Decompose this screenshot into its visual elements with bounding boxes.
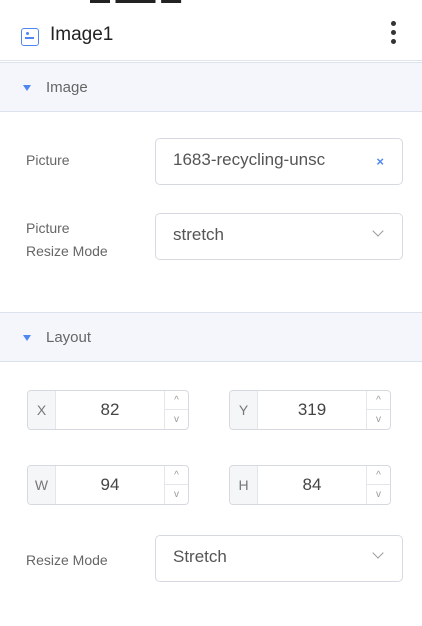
y-label: Y — [230, 391, 258, 429]
chevron-up-icon[interactable]: ^ — [165, 391, 188, 410]
resize-mode-label: Resize Mode — [26, 552, 108, 568]
image-component-icon — [21, 28, 39, 46]
w-stepper[interactable]: ^ v — [164, 466, 188, 504]
h-label: H — [230, 466, 258, 504]
chevron-down-icon[interactable]: v — [367, 410, 390, 429]
component-title: Image1 — [50, 24, 114, 45]
picture-resize-label-line1: Picture — [26, 220, 70, 236]
chevron-down-icon — [372, 547, 384, 559]
y-input[interactable]: Y 319 ^ v — [229, 390, 391, 430]
chevron-up-icon[interactable]: ^ — [367, 391, 390, 410]
w-input[interactable]: W 94 ^ v — [27, 465, 189, 505]
resize-mode-value: Stretch — [173, 547, 227, 566]
picture-label: Picture — [26, 152, 70, 168]
section-layout-header[interactable]: Layout — [0, 312, 422, 362]
h-value[interactable]: 84 — [258, 466, 366, 504]
y-stepper[interactable]: ^ v — [366, 391, 390, 429]
picture-value: 1683-recycling-unsc — [173, 150, 326, 169]
close-icon[interactable]: × — [376, 154, 384, 169]
triangle-down-icon — [23, 85, 31, 91]
w-value[interactable]: 94 — [56, 466, 164, 504]
picture-resize-mode-select[interactable]: stretch — [155, 213, 403, 260]
h-input[interactable]: H 84 ^ v — [229, 465, 391, 505]
x-stepper[interactable]: ^ v — [164, 391, 188, 429]
chevron-down-icon — [372, 225, 384, 237]
picture-resize-label-line2: Resize Mode — [26, 243, 108, 259]
resize-mode-select[interactable]: Stretch — [155, 535, 403, 582]
chevron-up-icon[interactable]: ^ — [367, 466, 390, 485]
triangle-down-icon — [23, 335, 31, 341]
section-layout-label: Layout — [46, 329, 92, 346]
chevron-down-icon[interactable]: v — [165, 410, 188, 429]
section-image-label: Image — [46, 79, 88, 96]
section-image-header[interactable]: Image — [0, 62, 422, 112]
more-vertical-icon[interactable] — [386, 19, 402, 47]
picture-resize-mode-value: stretch — [173, 225, 225, 244]
w-label: W — [28, 466, 56, 504]
component-header: Image1 — [0, 6, 422, 61]
x-input[interactable]: X 82 ^ v — [27, 390, 189, 430]
y-value[interactable]: 319 — [258, 391, 366, 429]
x-value[interactable]: 82 — [56, 391, 164, 429]
x-label: X — [28, 391, 56, 429]
picture-field[interactable]: 1683-recycling-unsc × — [155, 138, 403, 185]
chevron-down-icon[interactable]: v — [165, 485, 188, 504]
chevron-down-icon[interactable]: v — [367, 485, 390, 504]
h-stepper[interactable]: ^ v — [366, 466, 390, 504]
chevron-up-icon[interactable]: ^ — [165, 466, 188, 485]
